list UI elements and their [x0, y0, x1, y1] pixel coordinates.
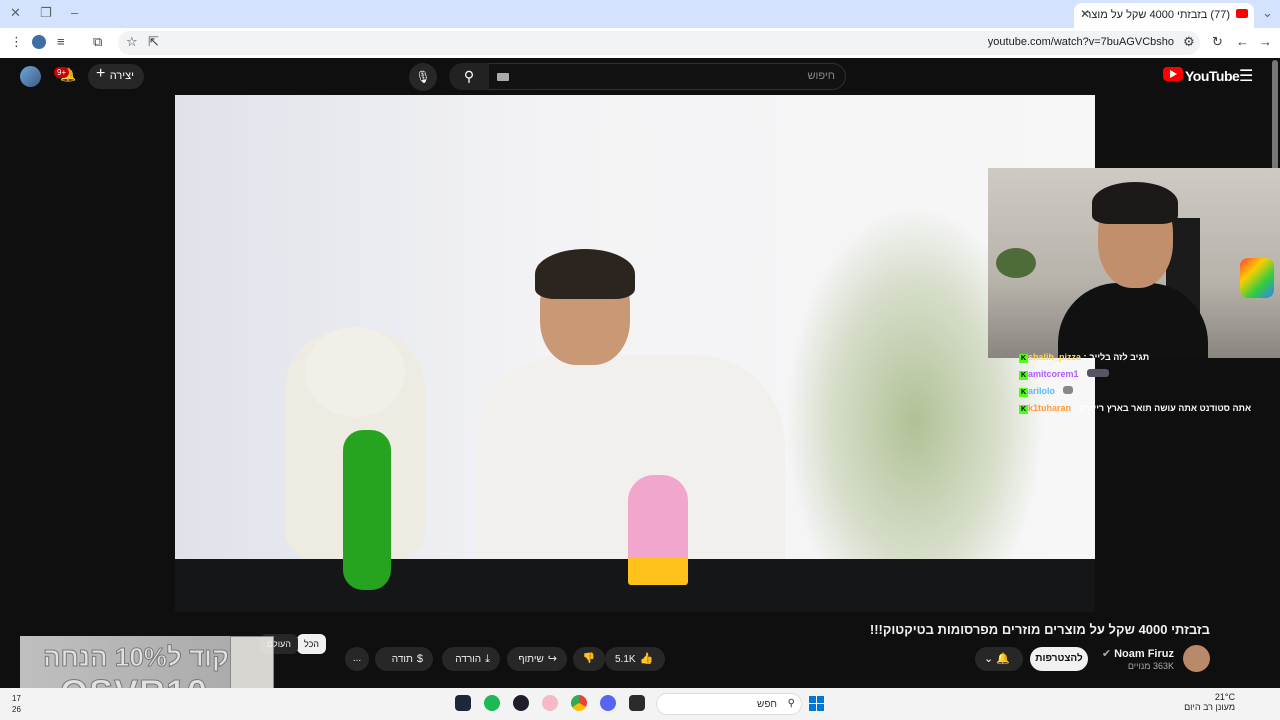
dislike-button[interactable]: 👎 [573, 647, 605, 671]
chat-message: Kk1tuharan : אתה סטודנט אתה עושה תואר בא… [1019, 403, 1252, 414]
taskbar-search[interactable]: חפש ⚲ [656, 693, 802, 715]
kick-badge-icon: K [1019, 388, 1028, 397]
chip-all[interactable]: הכל [297, 634, 327, 654]
search-button[interactable]: ⚲ [449, 63, 489, 90]
webcam-overlay [988, 168, 1280, 358]
chat-overlay: Kshalih_pizza : תגיב לזה בלייב Kamitcore… [1016, 352, 1276, 420]
youtube-logo-icon[interactable] [1163, 67, 1183, 81]
bear-head [305, 327, 405, 417]
keyboard-icon[interactable] [497, 73, 509, 81]
download-icon: ⤓ [485, 653, 490, 665]
yellow-toy-base [628, 557, 688, 585]
tab-title: (77) בזבזתי 4000 שקל על מוצרי [1082, 9, 1230, 21]
thumbs-down-icon: 👎 [582, 653, 596, 664]
obs-icon[interactable] [513, 695, 529, 711]
hamburger-menu-icon[interactable]: ☰ [1239, 66, 1253, 86]
youtube-favicon-icon [1236, 9, 1248, 18]
video-title: בזבזתי 4000 שקל על מוצרים מוזרים מפרסומו… [869, 622, 1210, 637]
search-placeholder: חיפוש [807, 70, 835, 82]
site-settings-icon[interactable]: ⚙ [1183, 34, 1195, 50]
verified-icon: ✔ [1101, 648, 1112, 660]
windows-start-icon[interactable] [809, 696, 824, 711]
share-page-icon[interactable]: ⇱ [148, 34, 159, 50]
share-icon: ↪ [547, 653, 557, 665]
create-button[interactable]: יצירה + [88, 64, 144, 89]
dinosaur-toy [343, 430, 391, 590]
reload-icon[interactable]: ↻ [1212, 34, 1223, 50]
steam-icon[interactable] [455, 695, 471, 711]
promo-text: קוד ל10% הנחה [43, 642, 230, 673]
chat-message: Kshalih_pizza : תגיב לזה בלייב [1019, 352, 1150, 363]
minimize-window-icon[interactable]: – [71, 5, 78, 20]
media-icon[interactable]: ≡ [57, 34, 65, 49]
browser-tab-bar: ✕ ❐ – + (77) בזבזתי 4000 שקל על מוצרי ✕ … [0, 0, 1280, 28]
file-explorer-icon[interactable] [629, 695, 645, 711]
page-scrollbar[interactable] [1272, 60, 1278, 170]
plus-icon: + [96, 65, 106, 82]
channel-avatar[interactable] [1183, 645, 1210, 672]
kick-badge-icon: K [1019, 354, 1028, 363]
thumbs-up-icon: 👍 [639, 653, 654, 665]
video-player[interactable] [175, 95, 1095, 612]
emote-icon [1086, 369, 1109, 377]
extensions-icon[interactable]: ⧉ [93, 34, 102, 50]
channel-name[interactable]: Noam Firuz ✔ [1102, 647, 1174, 660]
like-count: 5.1K [615, 654, 636, 665]
download-button[interactable]: ⤓הורדה [442, 647, 500, 671]
chat-message: Kamitcorem1 : [1016, 369, 1276, 386]
clock[interactable]: 17 26 [12, 693, 21, 715]
discord-icon[interactable] [600, 695, 616, 711]
bell-icon: 🔔 [996, 653, 1010, 665]
thanks-button[interactable]: $תודה [375, 647, 433, 671]
back-icon[interactable]: → [1259, 34, 1272, 49]
tab-search-icon[interactable]: ⌄ [1262, 5, 1273, 21]
gamepad-decor [1240, 258, 1274, 298]
menu-dots-icon[interactable]: ⋮ [10, 34, 23, 50]
chat-message: Karilolo : [1016, 386, 1276, 403]
emote-icon [1063, 386, 1074, 394]
chrome-icon[interactable] [571, 695, 587, 711]
voice-search-button[interactable]: 🎙 [409, 63, 437, 91]
url-text[interactable]: youtube.com/watch?v=7buAGVCbsho [988, 36, 1174, 48]
youtube-logo-text[interactable]: YouTube [1185, 68, 1240, 84]
subscribe-button[interactable]: להצטרפות [1030, 647, 1088, 671]
restore-window-icon[interactable]: ❐ [40, 5, 52, 21]
subscriber-count: 363K מנויים [1127, 661, 1174, 671]
kick-badge-icon: K [1019, 405, 1028, 414]
bookmark-star-icon[interactable]: ☆ [126, 34, 138, 50]
forward-icon[interactable]: ← [1236, 34, 1249, 49]
more-actions-button[interactable]: ... [345, 647, 369, 671]
app-icon[interactable] [542, 695, 558, 711]
chevron-down-icon: ⌄ [984, 653, 994, 665]
notification-settings-button[interactable]: ⌄ 🔔 [975, 647, 1023, 671]
thanks-icon: $ [416, 653, 423, 665]
microphone-icon: 🎙 [415, 70, 431, 84]
search-icon: ⚲ [463, 68, 475, 84]
notifications-badge: 9+ [54, 67, 70, 78]
close-window-icon[interactable]: ✕ [10, 5, 21, 21]
account-avatar[interactable] [20, 66, 41, 87]
spotify-icon[interactable] [484, 695, 500, 711]
close-tab-icon[interactable]: ✕ [1080, 7, 1090, 21]
profile-icon[interactable] [32, 35, 46, 49]
more-dots-icon: ... [352, 653, 362, 664]
weather-widget[interactable]: 21°C מעונן רב היום [1184, 692, 1235, 712]
like-button[interactable]: 5.1K 👍 [605, 647, 665, 671]
browser-tab[interactable]: (77) בזבזתי 4000 שקל על מוצרי ✕ [1074, 3, 1254, 28]
kick-badge-icon: K [1019, 371, 1028, 380]
search-input[interactable]: חיפוש [488, 63, 846, 90]
create-label: יצירה [109, 70, 134, 82]
share-button[interactable]: ↪שיתוף [507, 647, 567, 671]
search-icon: ⚲ [787, 698, 795, 709]
